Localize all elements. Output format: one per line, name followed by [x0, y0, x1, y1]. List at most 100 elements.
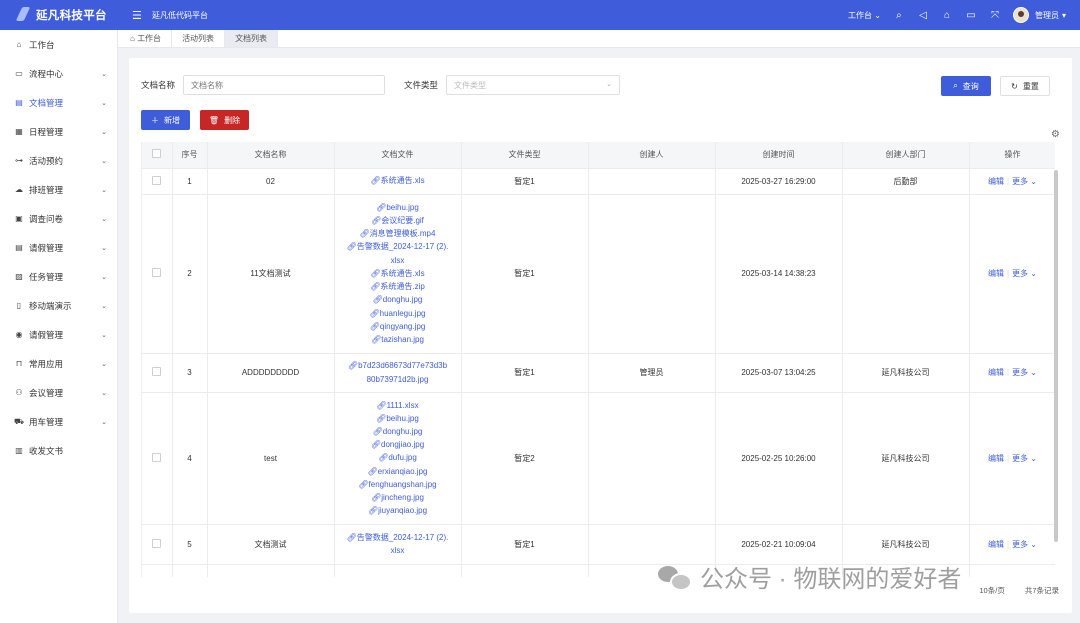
cell-empty — [334, 564, 462, 577]
select-all-checkbox[interactable] — [152, 149, 162, 159]
notification-icon[interactable]: ◁ — [917, 10, 929, 21]
select-all-checkbox-cell[interactable] — [142, 142, 173, 169]
tab-activity-list[interactable]: 活动列表 — [172, 30, 226, 47]
trash-icon: 🗑 — [208, 115, 220, 125]
sidebar-item-process[interactable]: ▭ 流程中心 ⌄ — [0, 59, 117, 88]
cell-creator — [588, 392, 716, 525]
edit-link[interactable]: 编辑 — [988, 540, 1004, 549]
file-link[interactable]: 🔗︎jincheng.jpg — [339, 491, 457, 504]
edit-link[interactable]: 编辑 — [988, 454, 1004, 463]
sidebar-item-leave[interactable]: ▤ 请假管理 ⌄ — [0, 233, 117, 262]
file-link[interactable]: 🔗︎donghu.jpg — [339, 293, 457, 306]
logo[interactable]: 延凡科技平台 — [0, 7, 118, 23]
sidebar-item-meetings[interactable]: ⚇ 会议管理 ⌄ — [0, 378, 117, 407]
divider: | — [1006, 269, 1010, 278]
file-link[interactable]: 🔗︎dufu.jpg — [339, 451, 457, 464]
chevron-down-icon: ⌄ — [101, 418, 107, 426]
file-link[interactable]: 🔗︎告警数据_2024-12-17 (2). — [339, 240, 457, 253]
cell-index: 1 — [172, 168, 208, 195]
sidebar-item-mobile[interactable]: ▯ 移动端演示 ⌄ — [0, 291, 117, 320]
delete-button[interactable]: 🗑 删除 — [200, 110, 249, 130]
more-dropdown[interactable]: 更多 ⌄ — [1012, 454, 1037, 463]
sidebar-item-schedule[interactable]: ▦ 日程管理 ⌄ — [0, 117, 117, 146]
file-link[interactable]: 🔗︎tazishan.jpg — [339, 333, 457, 346]
file-link[interactable]: 🔗︎dongjiao.jpg — [339, 438, 457, 451]
page-size-select[interactable]: 10条/页 — [979, 585, 1004, 596]
file-name: huanlegu.jpg — [379, 308, 426, 318]
file-name: jincheng.jpg — [381, 493, 424, 502]
file-link[interactable]: 🔗︎jiuyanqiao.jpg — [339, 504, 457, 517]
table-scrollbar[interactable] — [1054, 170, 1058, 542]
file-link[interactable]: 🔗︎donghu.jpg — [339, 425, 457, 438]
file-type-select[interactable]: 文件类型 ⌄ — [446, 75, 621, 95]
row-checkbox[interactable] — [152, 175, 162, 185]
file-link[interactable]: 🔗︎beihu.jpg — [339, 412, 457, 425]
tab-label: 工作台 — [137, 34, 162, 43]
file-type-placeholder: 文件类型 — [454, 80, 487, 90]
more-dropdown[interactable]: 更多 ⌄ — [1012, 540, 1037, 549]
calendar-icon: ▦ — [15, 127, 23, 136]
document-table: 序号 文档名称 文档文件 文件类型 创建人 创建时间 创建人部门 操作 1 02… — [141, 142, 1055, 577]
file-link[interactable]: 🔗︎b7d23d68673d77e73d3b — [339, 359, 457, 372]
row-checkbox[interactable] — [152, 538, 162, 548]
file-link[interactable]: 🔗︎huanlegu.jpg — [339, 307, 457, 320]
theme-icon[interactable]: ⌂ — [941, 10, 953, 21]
sidebar-item-tasks[interactable]: ▨ 任务管理 ⌄ — [0, 262, 117, 291]
cell-time: 2025-02-25 10:26:00 — [715, 392, 843, 525]
cell-name: 11文档测试 — [207, 194, 335, 354]
avatar[interactable] — [1012, 7, 1029, 23]
file-link[interactable]: 🔗︎会议纪要.gif — [339, 214, 457, 227]
file-link[interactable]: 🔗︎消息管理模板.mp4 — [339, 227, 457, 240]
file-link-continued[interactable]: 80b73971d2b.jpg — [339, 373, 457, 386]
sidebar-item-documents[interactable]: ▤ 文档管理 ⌄ — [0, 88, 117, 117]
sidebar-item-official-docs[interactable]: ▥ 收发文书 — [0, 436, 117, 465]
file-link[interactable]: 🔗︎系统通告.xls — [339, 174, 457, 187]
row-checkbox[interactable] — [152, 452, 162, 462]
sidebar-item-vehicles[interactable]: ⛟ 用车管理 ⌄ — [0, 407, 117, 436]
screen-icon[interactable]: ▭ — [965, 10, 977, 21]
row-checkbox[interactable] — [152, 367, 162, 376]
search-icon[interactable]: ⌕ — [893, 10, 905, 21]
tab-workbench[interactable]: ⌂ 工作台 — [118, 30, 173, 47]
reset-button[interactable]: ↻ 重置 — [1000, 76, 1050, 96]
sidebar-item-apps[interactable]: ⊓ 常用应用 ⌄ — [0, 349, 117, 378]
file-link[interactable]: 🔗︎系统通告.zip — [339, 280, 457, 293]
row-checkbox[interactable] — [152, 268, 162, 277]
query-button[interactable]: ⌕ 查询 — [941, 76, 991, 96]
edit-link[interactable]: 编辑 — [988, 269, 1004, 278]
file-link[interactable]: 🔗︎告警数据_2024-12-17 (2). — [339, 531, 457, 544]
cell-files: 🔗︎系统通告.xls — [334, 168, 462, 195]
menu-toggle-icon[interactable]: ☰ — [132, 9, 144, 22]
file-link[interactable]: 🔗︎erxianqiao.jpg — [339, 465, 457, 478]
search-icon: ⌕ — [953, 81, 958, 90]
edit-link[interactable]: 编辑 — [988, 368, 1004, 377]
edit-link[interactable]: 编辑 — [988, 177, 1004, 186]
fullscreen-icon[interactable]: ⤧ — [989, 10, 1001, 21]
column-header: 创建人部门 — [842, 142, 970, 169]
file-link-continued[interactable]: xlsx — [339, 254, 457, 267]
more-dropdown[interactable]: 更多 ⌄ — [1012, 269, 1037, 278]
file-link[interactable]: 🔗︎fenghuangshan.jpg — [339, 478, 457, 491]
link-icon: 🔗︎ — [378, 453, 389, 463]
file-link[interactable]: 🔗︎系统通告.xls — [339, 267, 457, 280]
sidebar-item-leave-2[interactable]: ◉ 请假管理 ⌄ — [0, 320, 117, 349]
link-icon: 🔗︎ — [371, 216, 382, 226]
sidebar-item-workbench[interactable]: ⌂ 工作台 — [0, 30, 117, 59]
sidebar-item-survey[interactable]: ▣ 调查问卷 ⌄ — [0, 204, 117, 233]
user-menu[interactable]: 管理员 ▾ — [1035, 10, 1066, 21]
more-dropdown[interactable]: 更多 ⌄ — [1012, 177, 1037, 186]
sidebar-item-activity[interactable]: ⊶ 活动预约 ⌄ — [0, 146, 117, 175]
tab-document-list[interactable]: 文档列表 — [225, 30, 279, 47]
gear-icon[interactable]: ⚙ — [1051, 129, 1060, 140]
add-button[interactable]: ＋ 新增 — [141, 110, 190, 130]
file-link-continued[interactable]: xlsx — [339, 544, 457, 557]
more-dropdown[interactable]: 更多 ⌄ — [1012, 368, 1037, 377]
file-link[interactable]: 🔗︎1111.xlsx — [339, 399, 457, 412]
file-link[interactable]: 🔗︎qingyang.jpg — [339, 320, 457, 333]
cell-type: 暂定1 — [461, 524, 589, 565]
workspace-dropdown[interactable]: 工作台 ⌄ — [848, 10, 881, 21]
sidebar-item-shifts[interactable]: ☁ 排班管理 ⌄ — [0, 175, 117, 204]
file-link[interactable]: 🔗︎beihu.jpg — [339, 201, 457, 214]
cell-actions: 编辑 | 更多 ⌄ — [969, 392, 1055, 525]
doc-name-input[interactable] — [183, 75, 386, 95]
